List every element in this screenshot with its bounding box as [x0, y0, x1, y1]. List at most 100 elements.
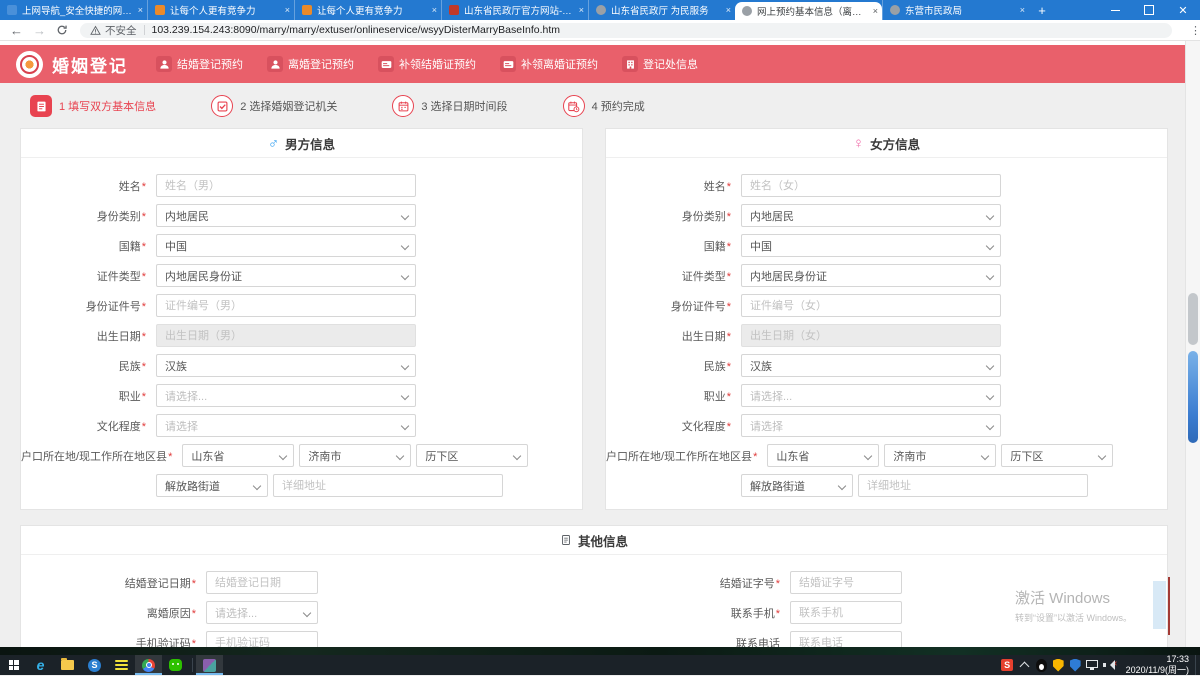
field-contact-phone-input[interactable]: [790, 631, 902, 647]
chevron-down-icon: [864, 452, 872, 460]
browser-tab[interactable]: 上网导航_安全快捷的网址大全×: [0, 0, 147, 20]
show-desktop-button[interactable]: [1195, 655, 1200, 675]
tab-close-icon[interactable]: ×: [579, 5, 584, 15]
field-marriage-cert-no-input[interactable]: [790, 571, 902, 594]
forward-button[interactable]: →: [33, 24, 46, 37]
chevron-down-icon: [513, 452, 521, 460]
other-info-card: 其他信息 结婚登记日期*离婚原因*请选择...手机验证码* 结婚证字号*联系手机…: [20, 525, 1168, 647]
nav-item-label: 登记处信息: [643, 56, 698, 72]
tray-hidden-icons-button[interactable]: [1016, 655, 1033, 675]
field-street-select-female[interactable]: 解放路街道: [741, 474, 853, 497]
tray-qq-button[interactable]: [1033, 655, 1050, 675]
reload-button[interactable]: [56, 24, 68, 36]
field-sms-code-input[interactable]: [206, 631, 318, 647]
field-contact-mobile-row: 联系手机*: [594, 601, 1167, 624]
required-asterisk: *: [776, 608, 780, 620]
scrollbar-thumb[interactable]: [1188, 293, 1198, 345]
tray-sogou-input-button[interactable]: S: [999, 655, 1016, 675]
tab-close-icon[interactable]: ×: [1020, 5, 1025, 15]
field-cert-type-label: 证件类型*: [21, 268, 156, 284]
taskbar-photos-button[interactable]: [196, 655, 223, 675]
tray-security-blue-button[interactable]: [1067, 655, 1084, 675]
field-education-row: 文化程度*请选择: [21, 414, 582, 437]
tab-close-icon[interactable]: ×: [285, 5, 290, 15]
nav-item-登记处信息[interactable]: 登记处信息: [622, 56, 698, 72]
tab-close-icon[interactable]: ×: [873, 6, 878, 16]
field-nationality-select-male[interactable]: 中国: [156, 234, 416, 257]
taskbar-chrome-button[interactable]: [135, 655, 162, 675]
field-education-select-male[interactable]: 请选择: [156, 414, 416, 437]
url-text: 103.239.154.243:8090/marry/marry/extuser…: [152, 24, 561, 36]
minimize-button[interactable]: [1098, 0, 1132, 20]
maximize-button[interactable]: [1132, 0, 1166, 20]
field-divorce-reason-select[interactable]: 请选择...: [206, 601, 318, 624]
new-tab-button[interactable]: +: [1029, 0, 1055, 20]
close-button[interactable]: ✕: [1166, 0, 1200, 20]
clock-date: 2020/11/9(周一): [1126, 665, 1189, 676]
notes-app-icon: [115, 660, 128, 671]
field-occupation-row: 职业*请选择...: [21, 384, 582, 407]
taskbar-ie-button[interactable]: e: [27, 655, 54, 675]
field-occupation-select-male[interactable]: 请选择...: [156, 384, 416, 407]
tab-title: 让每个人更有竞争力: [170, 3, 281, 17]
nav-item-离婚登记预约[interactable]: 离婚登记预约: [267, 56, 354, 72]
taskbar-wechat-button[interactable]: [162, 655, 189, 675]
nav-item-结婚登记预约[interactable]: 结婚登记预约: [156, 56, 243, 72]
field-education-select-female[interactable]: 请选择: [741, 414, 1001, 437]
field-ethnicity-select-male[interactable]: 汉族: [156, 354, 416, 377]
page-scrollbar[interactable]: [1185, 41, 1200, 647]
field-address-input-male[interactable]: [273, 474, 503, 497]
field-ethnicity-select-female[interactable]: 汉族: [741, 354, 1001, 377]
field-name-input-female[interactable]: [741, 174, 1001, 197]
field-identity-type-select-male[interactable]: 内地居民: [156, 204, 416, 227]
field-district-select-female[interactable]: 历下区: [1001, 444, 1113, 467]
field-province-select-female[interactable]: 山东省: [767, 444, 879, 467]
tab-close-icon[interactable]: ×: [138, 5, 143, 15]
gov-icon: [449, 5, 459, 15]
field-marriage-date-input[interactable]: [206, 571, 318, 594]
field-nationality-select-female[interactable]: 中国: [741, 234, 1001, 257]
browser-tab[interactable]: 山东省民政厅 为民服务×: [588, 0, 735, 20]
browser-tab[interactable]: 山东省民政厅官方网站-下载资料×: [441, 0, 588, 20]
taskbar-clock[interactable]: 17:33 2020/11/9(周一): [1126, 654, 1189, 676]
scroll-indicator[interactable]: [1188, 351, 1198, 443]
tab-close-icon[interactable]: ×: [726, 5, 731, 15]
taskbar-docs-button[interactable]: [108, 655, 135, 675]
address-bar[interactable]: 不安全 103.239.154.243:8090/marry/marry/ext…: [80, 23, 1172, 38]
taskbar-explorer-button[interactable]: [54, 655, 81, 675]
field-cert-type-select-male[interactable]: 内地居民身份证: [156, 264, 416, 287]
field-city-select-male[interactable]: 济南市: [299, 444, 411, 467]
field-occupation-select-female[interactable]: 请选择...: [741, 384, 1001, 407]
field-name-input-male[interactable]: [156, 174, 416, 197]
browser-menu-icon[interactable]: ⋮: [1190, 24, 1200, 37]
field-cert-no-input-female[interactable]: [741, 294, 1001, 317]
tray-volume-muted-button[interactable]: ✕: [1101, 655, 1118, 675]
field-identity-type-select-female[interactable]: 内地居民: [741, 204, 1001, 227]
tray-network-button[interactable]: [1084, 655, 1101, 675]
tab-close-icon[interactable]: ×: [432, 5, 437, 15]
field-address-input-female[interactable]: [858, 474, 1088, 497]
nav-item-补领结婚证预约[interactable]: 补领结婚证预约: [378, 56, 476, 72]
field-street-select-male[interactable]: 解放路街道: [156, 474, 268, 497]
browser-tab[interactable]: 东营市民政局×: [882, 0, 1029, 20]
field-district-select-male[interactable]: 历下区: [416, 444, 528, 467]
browser-tab[interactable]: 让每个人更有竞争力 ×: [147, 0, 294, 20]
taskbar-start-button[interactable]: [0, 655, 27, 675]
select-value: 汉族: [750, 358, 772, 374]
browser-tab[interactable]: 网上预约基本信息（离婚）×: [735, 2, 882, 20]
site-logo: [16, 51, 43, 78]
nav-item-补领离婚证预约[interactable]: 补领离婚证预约: [500, 56, 598, 72]
male-info-card: ♂ 男方信息 姓名*身份类别*内地居民国籍*中国证件类型*内地居民身份证身份证件…: [20, 128, 583, 510]
field-cert-type-select-female[interactable]: 内地居民身份证: [741, 264, 1001, 287]
back-button[interactable]: ←: [10, 24, 23, 37]
tray-security-yellow-button[interactable]: [1050, 655, 1067, 675]
field-cert-no-input-male[interactable]: [156, 294, 416, 317]
field-identity-type-row: 身份类别*内地居民: [21, 204, 582, 227]
select-value: 济南市: [308, 448, 341, 464]
field-province-select-male[interactable]: 山东省: [182, 444, 294, 467]
field-city-select-female[interactable]: 济南市: [884, 444, 996, 467]
field-contact-mobile-input[interactable]: [790, 601, 902, 624]
browser-tab[interactable]: 让每个人更有竞争力×: [294, 0, 441, 20]
field-identity-type-label: 身份类别*: [606, 208, 741, 224]
taskbar-sogou-button[interactable]: S: [81, 655, 108, 675]
